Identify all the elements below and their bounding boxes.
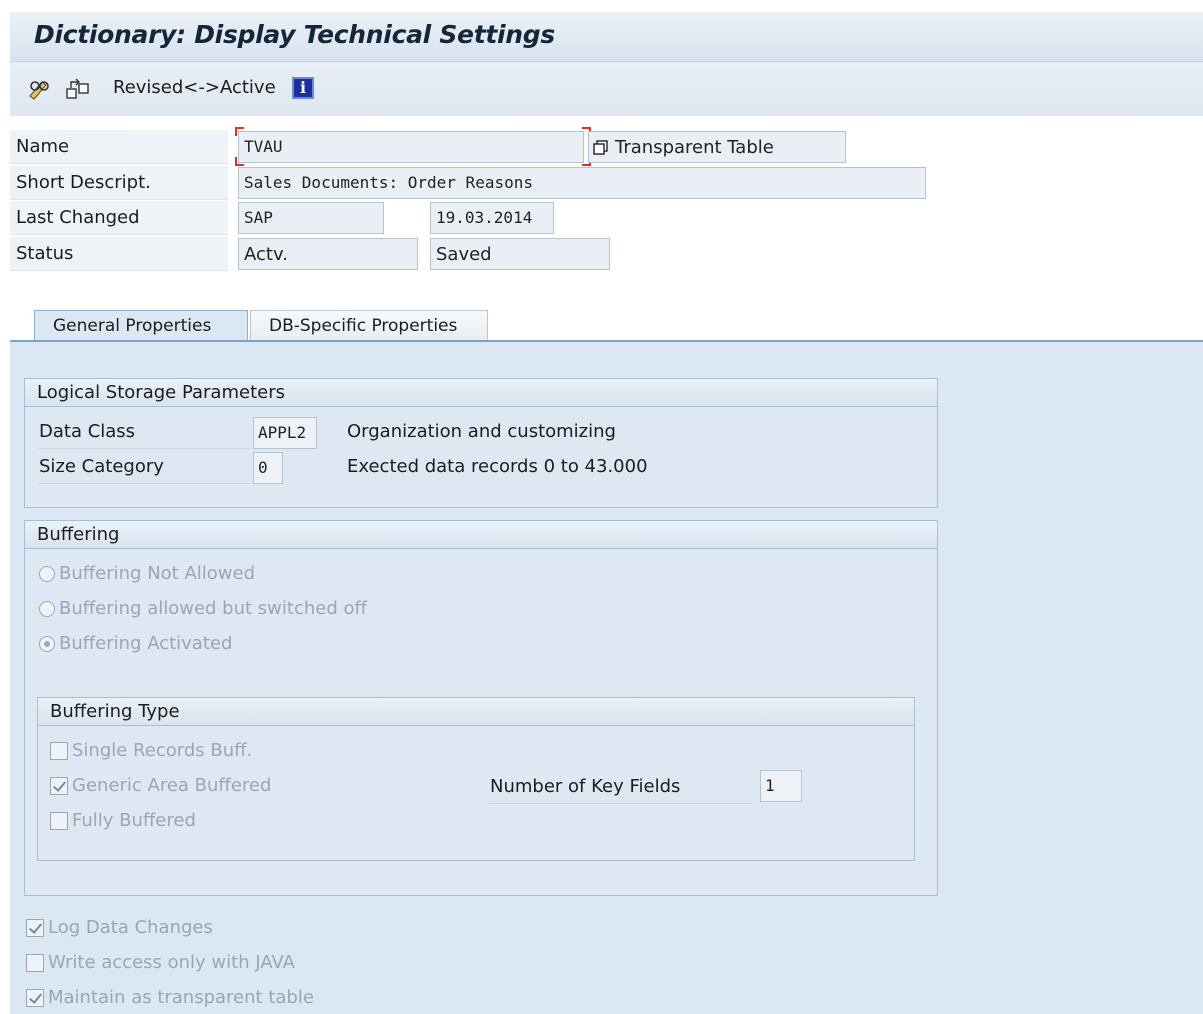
single-records-checkbox[interactable]: Single Records Buff. — [50, 740, 252, 761]
focus-marker — [235, 157, 244, 166]
option-label: Write access only with JAVA — [48, 952, 295, 973]
pencil-glasses-icon[interactable] — [26, 76, 54, 102]
status-label: Status — [10, 237, 228, 271]
short-desc-field[interactable]: Sales Documents: Order Reasons — [238, 167, 926, 199]
tab-general-properties[interactable]: General Properties — [34, 310, 248, 342]
table-type-value: Transparent Table — [615, 137, 774, 158]
maintain-transparent-checkbox[interactable]: Maintain as transparent table — [26, 987, 314, 1008]
option-label: Generic Area Buffered — [72, 775, 272, 796]
fully-buffered-checkbox[interactable]: Fully Buffered — [50, 810, 196, 831]
last-changed-date-field[interactable]: 19.03.2014 — [430, 202, 554, 234]
status-field[interactable]: Actv. — [238, 238, 418, 270]
last-changed-user-field[interactable]: SAP — [238, 202, 384, 234]
generic-area-checkbox[interactable]: Generic Area Buffered — [50, 775, 271, 796]
checkbox-icon — [26, 953, 44, 972]
log-data-changes-checkbox[interactable]: Log Data Changes — [26, 917, 213, 938]
table-name-field[interactable]: TVAU — [238, 131, 584, 163]
option-label: Fully Buffered — [72, 810, 196, 831]
logical-storage-title: Logical Storage Parameters — [25, 379, 937, 407]
tab-db-specific-properties[interactable]: DB-Specific Properties — [250, 310, 488, 342]
size-category-description: Exected data records 0 to 43.000 — [347, 456, 648, 477]
logical-storage-group: Logical Storage Parameters Data Class AP… — [24, 378, 938, 508]
option-label: Log Data Changes — [48, 917, 213, 938]
option-label: Single Records Buff. — [72, 740, 253, 761]
key-fields-label: Number of Key Fields — [490, 772, 752, 804]
buffering-type-title: Buffering Type — [38, 698, 914, 726]
copy-icon[interactable] — [593, 140, 609, 161]
buffering-switched-off-radio[interactable]: Buffering allowed but switched off — [39, 598, 367, 619]
radio-icon — [39, 600, 55, 617]
size-category-field[interactable]: 0 — [253, 452, 283, 484]
title-bar: Dictionary: Display Technical Settings — [10, 12, 1203, 62]
revised-active-button[interactable]: Revised<->Active — [113, 77, 276, 98]
data-class-description: Organization and customizing — [347, 421, 616, 442]
radio-icon — [39, 565, 55, 582]
key-fields-field[interactable]: 1 — [760, 770, 802, 802]
size-category-label: Size Category — [39, 452, 251, 484]
buffering-not-allowed-radio[interactable]: Buffering Not Allowed — [39, 563, 255, 584]
option-label: Buffering allowed but switched off — [59, 598, 367, 619]
checkbox-checked-icon — [26, 918, 44, 937]
checkbox-icon — [50, 741, 68, 760]
last-changed-label: Last Changed — [10, 201, 228, 235]
write-access-java-checkbox[interactable]: Write access only with JAVA — [26, 952, 295, 973]
table-name-value: TVAU — [244, 137, 283, 156]
buffering-title: Buffering — [25, 521, 937, 549]
option-label: Buffering Not Allowed — [59, 563, 255, 584]
option-label: Maintain as transparent table — [48, 987, 314, 1008]
buffering-type-group: Buffering Type Single Records Buff. Gene… — [37, 697, 915, 861]
page-title: Dictionary: Display Technical Settings — [34, 20, 555, 49]
info-icon[interactable]: i — [292, 77, 314, 99]
buffering-activated-radio[interactable]: Buffering Activated — [39, 633, 232, 654]
application-toolbar: Revised<->Active i — [10, 62, 1203, 116]
checkbox-checked-icon — [26, 988, 44, 1007]
table-type-field: Transparent Table — [588, 131, 846, 163]
short-desc-label: Short Descript. — [10, 166, 228, 200]
checkbox-icon — [50, 811, 68, 830]
option-label: Buffering Activated — [59, 633, 233, 654]
name-label: Name — [10, 130, 228, 164]
buffering-group: Buffering Buffering Not Allowed Bufferin… — [24, 520, 938, 896]
focus-marker — [235, 127, 244, 136]
status-saved-field[interactable]: Saved — [430, 238, 610, 270]
data-class-label: Data Class — [39, 417, 251, 449]
checkbox-checked-icon — [50, 776, 68, 795]
radio-selected-icon — [39, 635, 55, 652]
other-object-icon[interactable] — [64, 76, 92, 102]
data-class-field[interactable]: APPL2 — [253, 417, 317, 449]
